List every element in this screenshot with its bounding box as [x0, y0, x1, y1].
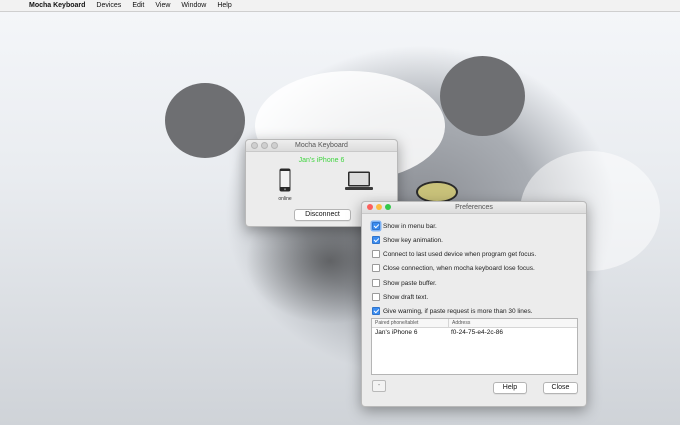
menu-window[interactable]: Window — [181, 0, 206, 11]
disconnect-button[interactable]: Disconnect — [294, 209, 351, 221]
option-give-warning[interactable]: Give warning, if paste request is more t… — [372, 307, 533, 315]
cell-device-name: Jan's iPhone 6 — [375, 329, 418, 336]
leopard-ear-right — [440, 56, 525, 136]
checkbox-show-draft-text[interactable] — [372, 293, 380, 301]
menu-view[interactable]: View — [155, 0, 170, 11]
column-header-paired-phone[interactable]: Paired phone/tablet — [372, 319, 449, 327]
mocha-window-title: Mocha Keyboard — [295, 142, 348, 149]
preferences-titlebar[interactable]: Preferences — [362, 202, 586, 214]
checkbox-close-connection[interactable] — [372, 264, 380, 272]
leopard-ear-left — [165, 83, 245, 158]
menu-app-name[interactable]: Mocha Keyboard — [29, 0, 85, 11]
menu-devices[interactable]: Devices — [96, 0, 121, 11]
window-controls — [367, 204, 391, 210]
minimize-window-button[interactable] — [261, 142, 268, 149]
laptop-icon[interactable] — [345, 171, 373, 191]
option-connect-last-device[interactable]: Connect to last used device when program… — [372, 250, 536, 258]
mocha-titlebar[interactable]: Mocha Keyboard — [246, 140, 397, 152]
table-row[interactable]: Jan's iPhone 6 f0-24-75-e4-2c-86 — [372, 328, 577, 338]
table-header: Paired phone/tablet Address — [372, 319, 577, 328]
option-show-key-animation[interactable]: Show key animation. — [372, 236, 443, 244]
window-controls — [251, 142, 278, 149]
zoom-window-button[interactable] — [385, 204, 391, 210]
checkbox-show-key-animation[interactable] — [372, 236, 380, 244]
column-header-address[interactable]: Address — [449, 319, 470, 327]
option-label: Give warning, if paste request is more t… — [383, 307, 533, 315]
close-window-button[interactable] — [251, 142, 258, 149]
leopard-eye — [416, 181, 458, 203]
menu-help[interactable]: Help — [217, 0, 231, 11]
checkbox-give-warning[interactable] — [372, 307, 380, 315]
device-status: online — [278, 196, 292, 202]
zoom-window-button[interactable] — [271, 142, 278, 149]
option-show-draft-text[interactable]: Show draft text. — [372, 293, 428, 301]
checkbox-show-in-menu-bar[interactable] — [372, 222, 380, 230]
option-label: Connect to last used device when program… — [383, 250, 537, 258]
phone-icon[interactable] — [279, 168, 291, 192]
device-name: Jan's iPhone 6 — [298, 157, 345, 164]
paired-devices-table[interactable]: Paired phone/tablet Address Jan's iPhone… — [371, 318, 578, 375]
option-close-connection[interactable]: Close connection, when mocha keyboard lo… — [372, 264, 535, 272]
menu-bar: Mocha Keyboard Devices Edit View Window … — [0, 0, 680, 12]
minimize-window-button[interactable] — [376, 204, 382, 210]
cell-address: f0-24-75-e4-2c-86 — [451, 329, 504, 336]
option-show-in-menu-bar[interactable]: Show in menu bar. — [372, 222, 437, 230]
option-label: Show in menu bar. — [383, 222, 437, 230]
option-label: Show draft text. — [383, 293, 429, 301]
option-label: Show paste buffer. — [383, 279, 437, 287]
preferences-window: Preferences Show in menu bar. Show key a… — [361, 201, 587, 407]
option-show-paste-buffer[interactable]: Show paste buffer. — [372, 279, 437, 287]
help-button[interactable]: Help — [493, 382, 527, 394]
close-button[interactable]: Close — [543, 382, 578, 394]
option-label: Close connection, when mocha keyboard lo… — [383, 264, 535, 272]
checkbox-show-paste-buffer[interactable] — [372, 279, 380, 287]
menu-edit[interactable]: Edit — [132, 0, 144, 11]
remove-device-button[interactable]: - — [372, 380, 386, 392]
option-label: Show key animation. — [383, 236, 443, 244]
close-window-button[interactable] — [367, 204, 373, 210]
checkbox-connect-last-device[interactable] — [372, 250, 380, 258]
preferences-window-title: Preferences — [455, 204, 493, 211]
